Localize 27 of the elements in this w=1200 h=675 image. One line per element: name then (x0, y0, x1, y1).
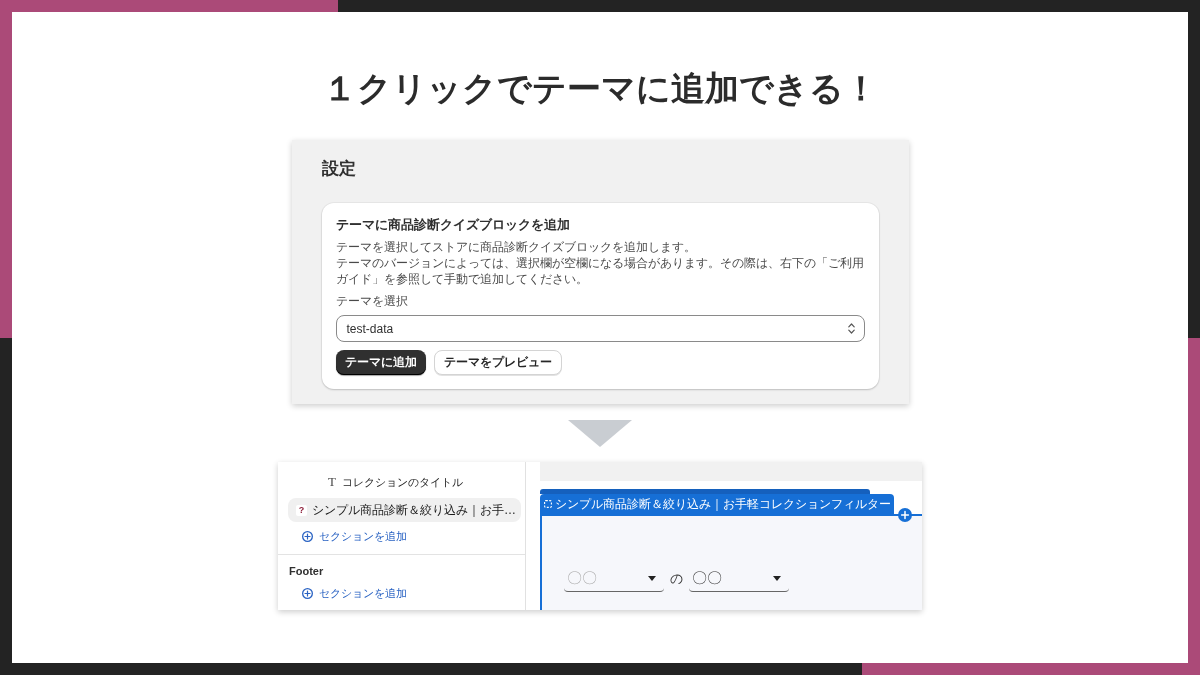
sidebar-item[interactable]: ? シンプル商品診断＆絞り込み｜お手… (288, 498, 521, 522)
dropdown[interactable]: 〇〇 (689, 566, 789, 592)
app-icon: ? (296, 504, 307, 516)
add-section-button[interactable]: セクションを追加 (302, 584, 407, 602)
caret-icon (773, 576, 781, 581)
down-arrow-icon (568, 420, 632, 447)
description-text: テーマのバージョンによっては、選択欄が空欄になる場合があります。その際は、右下の「ご利用ガイド」を参照して手動で追加してください。 (335, 255, 865, 287)
caret-icon (648, 576, 656, 581)
description-text: テーマを選択してストアに商品診断クイズブロックを追加します。 (335, 239, 697, 255)
sidebar-item[interactable]: T コレクションのタイトル (278, 473, 525, 491)
slide-title: １クリックでテーマに追加できる！ (322, 68, 878, 109)
dashed-square-icon (544, 500, 552, 508)
secondary-button[interactable]: テーマをプレビュー (433, 350, 562, 375)
field-label: テーマを選択 (335, 293, 408, 309)
card-title: テーマに商品診断クイズブロックを追加 (335, 216, 570, 234)
plus-circle-icon (302, 530, 313, 542)
primary-button[interactable]: テーマに追加 (335, 350, 426, 375)
connector-text: の (670, 570, 683, 588)
theme-select[interactable]: test-data (335, 315, 865, 342)
plus-icon[interactable] (898, 508, 912, 522)
page-title: 設定 (321, 158, 356, 180)
group-title: Footer (289, 564, 324, 579)
add-section-button[interactable]: セクションを追加 (302, 527, 407, 545)
text-icon: T (328, 475, 336, 489)
chevron-updown-icon (847, 323, 855, 334)
plus-circle-icon (302, 587, 313, 599)
block-name: シンプル商品診断＆絞り込み｜お手軽コレクションフィルター (555, 495, 891, 513)
